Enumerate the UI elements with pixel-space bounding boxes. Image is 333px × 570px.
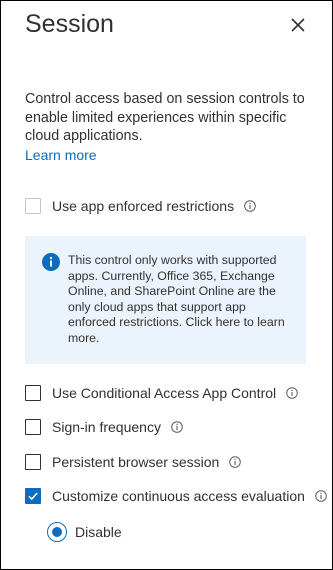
info-icon[interactable] xyxy=(286,387,298,399)
panel-description: Control access based on session controls… xyxy=(25,91,305,145)
info-icon[interactable] xyxy=(315,490,327,502)
signin-frequency-row: Sign-in frequency xyxy=(25,416,183,438)
info-message-bar[interactable]: This control only works with supported a… xyxy=(25,236,306,364)
checkmark-icon xyxy=(28,492,38,501)
radio-selected-dot xyxy=(52,527,62,537)
learn-more-link[interactable]: Learn more xyxy=(25,147,97,163)
session-panel: Session Control access based on session … xyxy=(0,0,333,570)
close-icon[interactable] xyxy=(288,15,308,35)
app-control-label[interactable]: Use Conditional Access App Control xyxy=(52,385,276,401)
signin-frequency-checkbox[interactable] xyxy=(25,419,41,435)
cae-label[interactable]: Customize continuous access evaluation xyxy=(52,488,305,504)
info-icon[interactable] xyxy=(244,200,256,212)
info-message-text: This control only works with supported a… xyxy=(68,253,285,345)
persistent-browser-checkbox[interactable] xyxy=(25,454,41,470)
cae-row: Customize continuous access evaluation xyxy=(25,485,327,507)
app-enforced-restrictions-label: Use app enforced restrictions xyxy=(52,198,235,214)
cae-disable-radio-row: Disable xyxy=(47,522,122,542)
cae-disable-label[interactable]: Disable xyxy=(75,524,122,540)
cae-checkbox[interactable] xyxy=(25,488,41,504)
info-icon[interactable] xyxy=(171,421,183,433)
app-enforced-restrictions-checkbox[interactable] xyxy=(25,198,41,214)
cae-disable-radio[interactable] xyxy=(47,522,67,542)
signin-frequency-label[interactable]: Sign-in frequency xyxy=(52,419,161,435)
app-enforced-restrictions-row: Use app enforced restrictions xyxy=(25,195,256,217)
persistent-browser-label[interactable]: Persistent browser session xyxy=(52,454,219,470)
app-control-checkbox[interactable] xyxy=(25,385,41,401)
panel-title: Session xyxy=(25,10,114,38)
info-icon xyxy=(42,253,60,271)
app-control-row: Use Conditional Access App Control xyxy=(25,382,298,404)
info-icon[interactable] xyxy=(229,456,242,468)
persistent-browser-row: Persistent browser session xyxy=(25,451,242,473)
